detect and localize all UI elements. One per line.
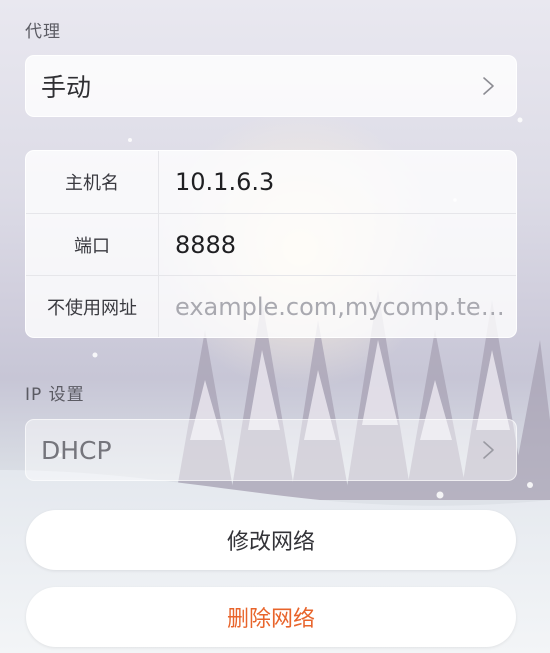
proxy-form: 主机名 端口 不使用网址: [25, 150, 517, 338]
ip-mode-value: DHCP: [41, 435, 112, 465]
host-row: 主机名: [26, 151, 516, 213]
proxy-section-label: 代理: [25, 22, 61, 42]
port-input[interactable]: [159, 214, 516, 275]
host-input[interactable]: [159, 151, 516, 213]
ip-mode-row[interactable]: DHCP: [26, 420, 516, 480]
host-label: 主机名: [26, 151, 159, 213]
port-row: 端口: [26, 213, 516, 275]
ip-settings-section-label: IP 设置: [25, 385, 85, 405]
bypass-label: 不使用网址: [26, 276, 159, 337]
ip-mode-selector[interactable]: DHCP: [25, 419, 517, 481]
proxy-mode-value: 手动: [41, 73, 92, 102]
chevron-right-icon: [483, 441, 494, 459]
port-label: 端口: [26, 214, 159, 275]
bypass-row: 不使用网址: [26, 275, 516, 337]
modify-network-button[interactable]: 修改网络: [26, 510, 516, 570]
proxy-mode-selector[interactable]: 手动: [25, 55, 517, 117]
delete-network-button[interactable]: 删除网络: [26, 587, 516, 647]
proxy-mode-row[interactable]: 手动: [26, 56, 516, 116]
bypass-input[interactable]: [159, 276, 516, 337]
chevron-right-icon: [483, 77, 494, 95]
